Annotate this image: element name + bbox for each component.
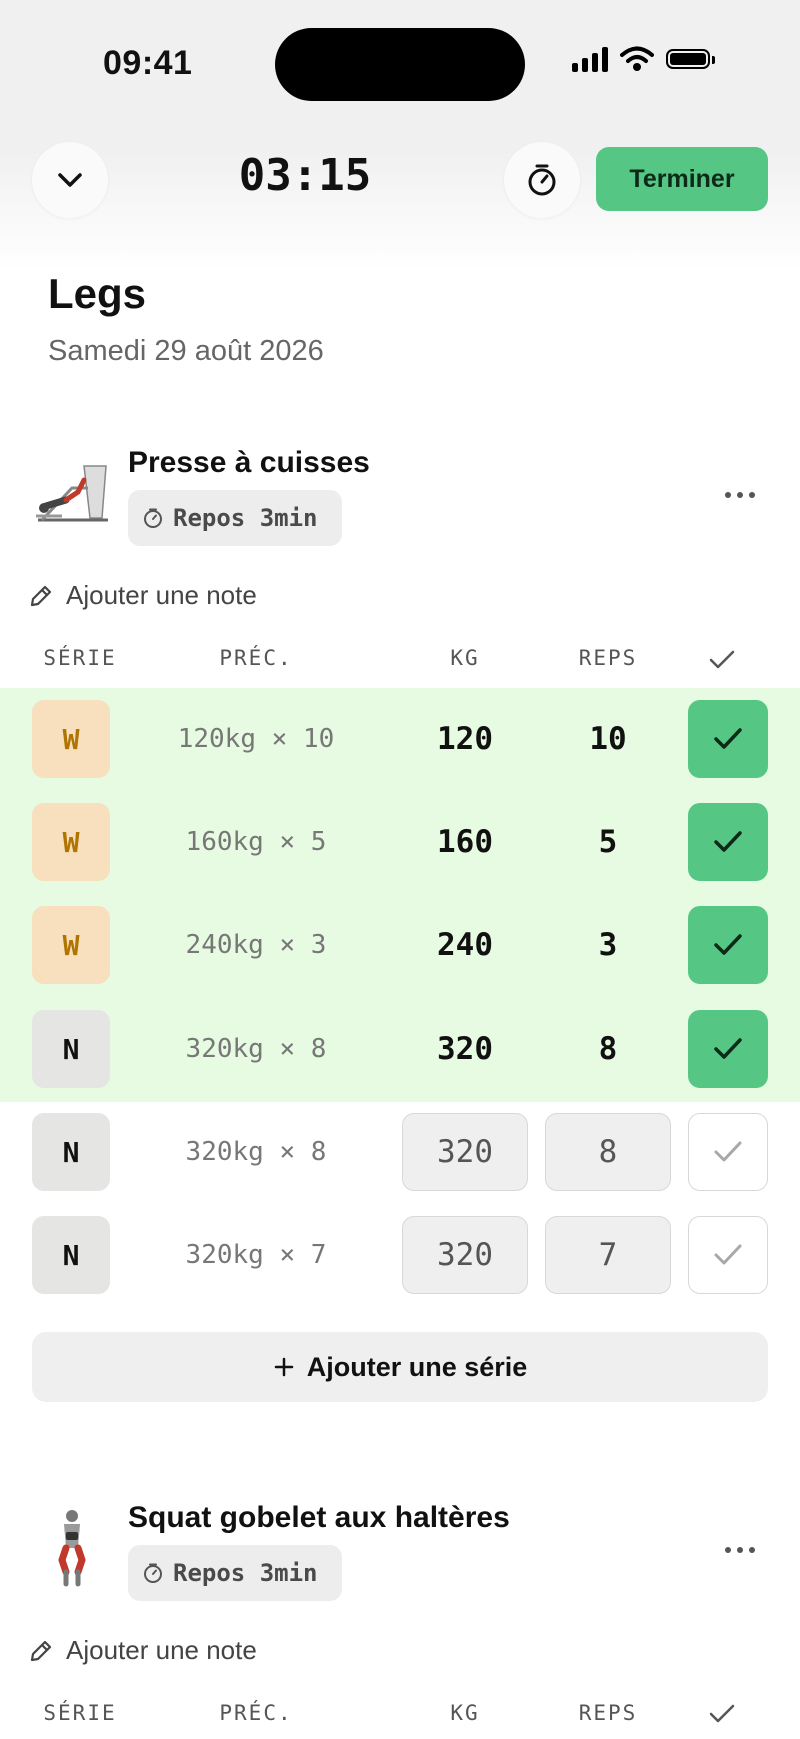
set-type-badge[interactable]: N [32,1216,110,1294]
previous-value: 160kg × 5 [185,827,327,857]
kg-value[interactable]: 160 [402,824,528,860]
add-note-label: Ajouter une note [66,580,257,610]
check-icon [714,1244,742,1265]
column-header-reps: REPS [578,1701,638,1725]
set-complete-toggle[interactable] [688,1216,768,1294]
status-icons [572,46,715,72]
reps-input[interactable]: 8 [545,1113,671,1191]
stopwatch-icon [528,164,556,196]
stopwatch-icon [144,1563,162,1583]
previous-value: 320kg × 8 [185,1137,327,1167]
column-header-set: SÉRIE [43,1701,117,1725]
kg-value[interactable]: 240 [402,927,528,963]
rest-label: Repos 3min [173,504,318,532]
collapse-button[interactable] [32,142,108,218]
set-type-badge[interactable]: W [32,906,110,984]
set-type-badge[interactable]: N [32,1113,110,1191]
kg-value[interactable]: 320 [402,1031,528,1067]
set-complete-toggle[interactable] [688,1113,768,1191]
previous-value: 240kg × 3 [185,930,327,960]
exercise-name[interactable]: Squat gobelet aux haltères [128,1501,510,1535]
completed-sets-background [0,688,800,1102]
kg-input[interactable]: 320 [402,1113,528,1191]
reps-value[interactable]: 5 [545,824,671,860]
column-header-prev: PRÉC. [219,1701,293,1725]
pencil-icon [30,585,52,606]
check-icon [714,1038,742,1059]
add-note-button[interactable]: Ajouter une note [28,580,257,611]
column-header-prev: PRÉC. [219,646,293,670]
set-complete-toggle[interactable] [688,1010,768,1088]
status-time: 09:41 [103,44,193,82]
plus-icon [274,1357,293,1377]
leg-press-illustration [36,465,108,522]
rest-timer-button[interactable] [504,142,580,218]
rest-label: Repos 3min [173,1559,318,1587]
check-icon [714,831,742,852]
kg-value[interactable]: 120 [402,721,528,757]
rest-chip[interactable]: Repos 3min [128,1545,342,1601]
add-set-label: Ajouter une série [306,1351,528,1382]
reps-value[interactable]: 3 [545,927,671,963]
kg-input[interactable]: 320 [402,1216,528,1294]
column-header-kg: KG [450,1701,480,1725]
workout-title: Legs [48,270,147,317]
set-complete-toggle[interactable] [688,700,768,778]
check-icon [714,728,742,749]
check-icon [714,1141,742,1162]
stopwatch-icon [144,508,162,528]
rest-chip[interactable]: Repos 3min [128,490,342,546]
set-complete-toggle[interactable] [688,803,768,881]
chevron-down-icon [58,173,82,187]
cellular-signal-icon [572,46,608,72]
check-icon [709,1704,735,1723]
add-note-label: Ajouter une note [66,1635,257,1665]
add-set-button[interactable]: Ajouter une série [32,1332,768,1402]
exercise-name[interactable]: Presse à cuisses [128,446,370,480]
set-type-badge[interactable]: W [32,803,110,881]
previous-value: 320kg × 8 [185,1034,327,1064]
finish-button[interactable]: Terminer [596,147,768,211]
goblet-squat-illustration [58,1510,86,1587]
reps-value[interactable]: 8 [545,1031,671,1067]
workout-timer: 03:15 [238,150,372,201]
add-note-button[interactable]: Ajouter une note [28,1635,257,1666]
previous-value: 120kg × 10 [177,724,335,754]
column-header-set: SÉRIE [43,646,117,670]
set-complete-toggle[interactable] [688,906,768,984]
check-icon [714,934,742,955]
dynamic-island [275,28,525,101]
pencil-icon [30,1640,52,1661]
set-type-badge[interactable]: N [32,1010,110,1088]
column-header-kg: KG [450,646,480,670]
battery-icon [666,49,715,69]
column-header-reps: REPS [578,646,638,670]
reps-value[interactable]: 10 [545,721,671,757]
more-icon[interactable] [715,1535,765,1565]
set-type-badge[interactable]: W [32,700,110,778]
reps-input[interactable]: 7 [545,1216,671,1294]
check-icon [709,650,735,669]
wifi-icon [620,46,654,71]
previous-value: 320kg × 7 [185,1240,327,1270]
more-icon[interactable] [715,480,765,510]
workout-date: Samedi 29 août 2026 [48,335,324,367]
